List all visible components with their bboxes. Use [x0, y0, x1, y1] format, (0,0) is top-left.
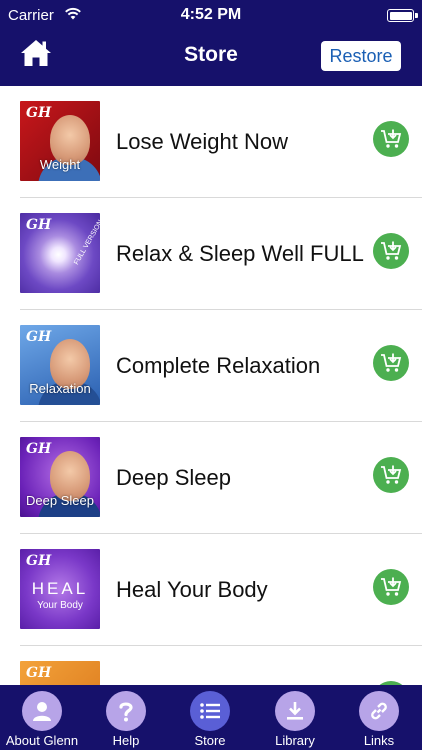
tab-store[interactable]: Store	[168, 685, 252, 750]
restore-button[interactable]: Restore	[321, 41, 401, 71]
store-item-relax-sleep[interactable]: GH FULL VERSION Relax & Sleep Well FULL	[0, 198, 422, 310]
thumbnail-label: HEAL	[31, 579, 89, 598]
tab-label: Store	[194, 733, 226, 748]
gh-logo: GH	[26, 441, 52, 457]
add-to-cart-icon	[381, 465, 402, 484]
item-title: Deep Sleep	[116, 465, 231, 490]
buy-button[interactable]	[373, 233, 409, 269]
tab-label: Help	[112, 733, 140, 748]
album-thumbnail: GH HEAL Your Body	[20, 549, 100, 629]
item-title: Heal Your Body	[116, 577, 268, 602]
link-icon	[371, 702, 387, 720]
tab-label: Library	[275, 733, 315, 748]
tab-icon-background	[359, 691, 399, 731]
thumbnail-label: Deep Sleep	[26, 493, 94, 508]
tab-icon-background	[275, 691, 315, 731]
tab-icon-background	[190, 691, 230, 731]
add-to-cart-icon	[381, 353, 402, 372]
status-bar: Carrier 4:52 PM	[0, 0, 422, 30]
full-version-ribbon: FULL VERSION	[72, 219, 100, 267]
add-to-cart-icon	[381, 241, 402, 260]
tab-help[interactable]: Help	[84, 685, 168, 750]
buy-button[interactable]	[373, 345, 409, 381]
gh-logo: GH	[26, 105, 52, 121]
status-time: 4:52 PM	[180, 6, 242, 23]
album-thumbnail: GH FULL VERSION	[20, 213, 100, 293]
tab-icon-background	[106, 691, 146, 731]
list-icon	[200, 703, 220, 719]
add-to-cart-icon	[381, 577, 402, 596]
buy-button[interactable]	[373, 569, 409, 605]
thumbnail-label: Relaxation	[29, 381, 91, 396]
tab-label: About Glenn	[5, 733, 79, 748]
buy-button[interactable]	[373, 121, 409, 157]
store-list[interactable]: GH Weight Lose Weight Now GH FULL VERSIO…	[0, 86, 422, 685]
thumbnail-label: Weight	[39, 157, 81, 172]
tab-library[interactable]: Library	[253, 685, 337, 750]
item-title: Relax & Sleep Well FULL	[116, 241, 364, 266]
tab-label: Links	[363, 733, 395, 748]
tab-icon-background	[22, 691, 62, 731]
album-thumbnail: GH Deep Sleep	[20, 437, 100, 517]
item-title: Lose Weight Now	[116, 129, 289, 154]
store-item-partial[interactable]: GH	[0, 646, 422, 685]
store-item-complete-relaxation[interactable]: GH Relaxation Complete Relaxation	[0, 310, 422, 422]
tab-links[interactable]: Links	[337, 685, 421, 750]
question-icon	[119, 702, 133, 722]
tab-about-glenn[interactable]: About Glenn	[0, 685, 84, 750]
buy-button[interactable]	[373, 457, 409, 493]
gh-logo: GH	[26, 217, 52, 233]
download-icon	[287, 702, 303, 720]
store-item-lose-weight[interactable]: GH Weight Lose Weight Now	[0, 86, 422, 198]
gh-logo: GH	[26, 553, 52, 569]
navigation-bar: Carrier 4:52 PM Store Restore	[0, 0, 422, 86]
thumbnail-sublabel: Your Body	[37, 600, 83, 611]
person-icon	[33, 702, 51, 721]
store-item-deep-sleep[interactable]: GH Deep Sleep Deep Sleep	[0, 422, 422, 534]
album-thumbnail: GH Weight	[20, 101, 100, 181]
store-item-heal-your-body[interactable]: GH HEAL Your Body Heal Your Body	[0, 534, 422, 646]
gh-logo: GH	[26, 329, 52, 345]
gh-logo: GH	[26, 665, 52, 681]
battery-icon	[387, 9, 418, 22]
item-title: Complete Relaxation	[116, 353, 321, 378]
album-thumbnail: GH	[20, 661, 100, 685]
album-thumbnail: GH Relaxation	[20, 325, 100, 405]
add-to-cart-icon	[381, 129, 402, 148]
tab-bar: About Glenn Help Store Library Links	[0, 685, 422, 750]
